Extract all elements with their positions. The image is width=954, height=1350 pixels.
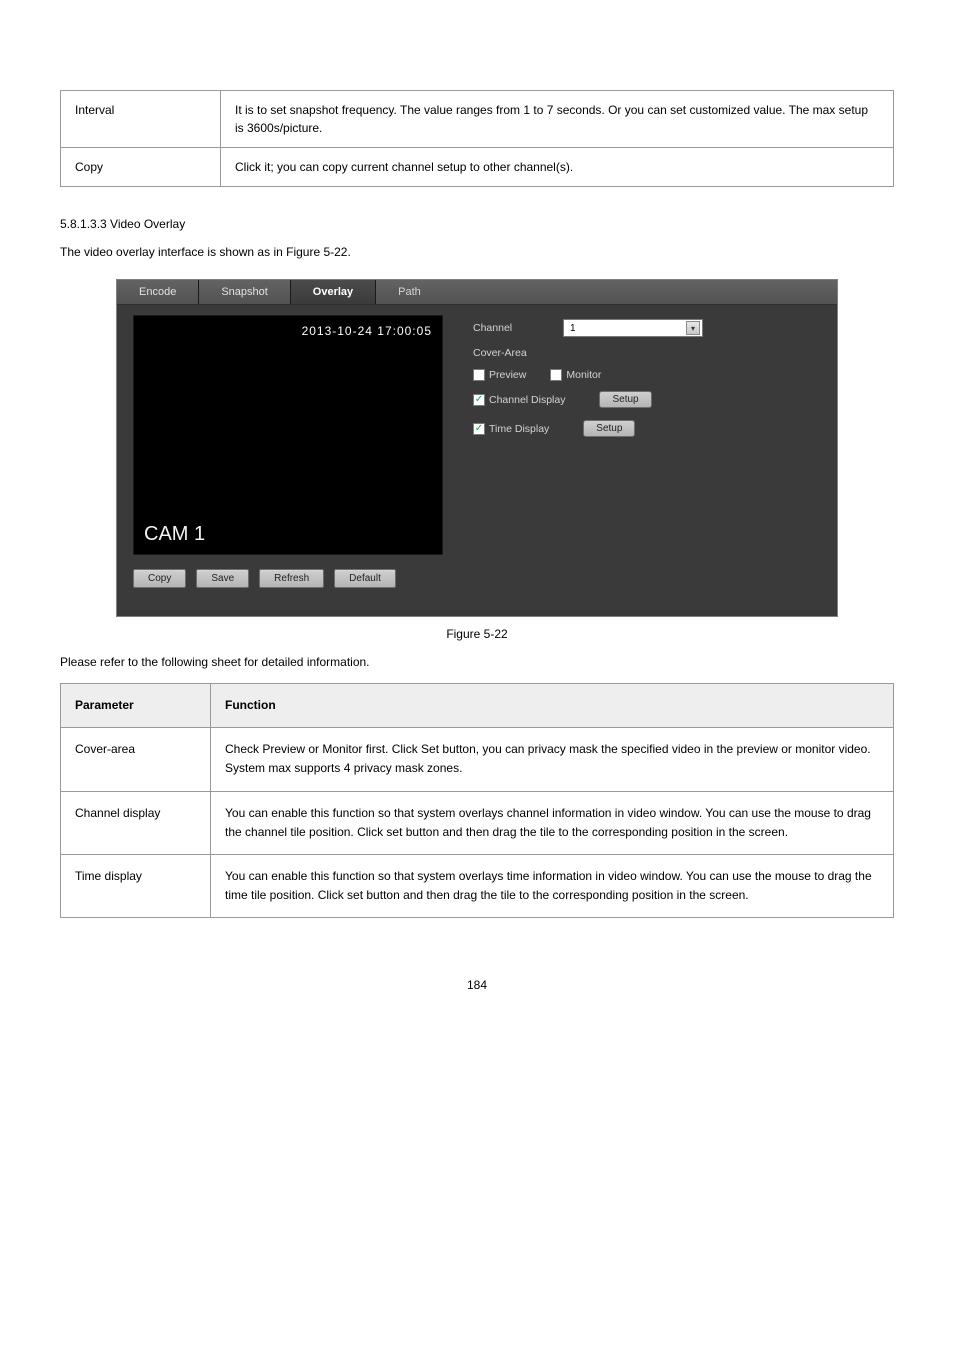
monitor-label: Monitor bbox=[566, 369, 601, 381]
default-button[interactable]: Default bbox=[334, 569, 396, 588]
param-name: Copy bbox=[61, 148, 221, 187]
tab-encode[interactable]: Encode bbox=[117, 280, 199, 304]
copy-button[interactable]: Copy bbox=[133, 569, 186, 588]
preview-monitor-row: ✓ Preview ✓ Monitor bbox=[473, 369, 817, 381]
table-header-row: Parameter Function bbox=[61, 684, 894, 728]
header-function: Function bbox=[211, 684, 894, 728]
section-heading: 5.8.1.3.3 Video Overlay bbox=[60, 217, 894, 231]
param-func: You can enable this function so that sys… bbox=[211, 791, 894, 854]
save-button[interactable]: Save bbox=[196, 569, 249, 588]
preview-buttons: Copy Save Refresh Default bbox=[133, 569, 447, 588]
lead-text: Please refer to the following sheet for … bbox=[60, 655, 894, 669]
page-number: 184 bbox=[60, 978, 894, 992]
param-desc: It is to set snapshot frequency. The val… bbox=[221, 91, 894, 148]
preview-column: 2013-10-24 17:00:05 CAM 1 Copy Save Refr… bbox=[117, 305, 447, 598]
monitor-checkbox[interactable]: ✓ Monitor bbox=[550, 369, 601, 381]
param-func: You can enable this function so that sys… bbox=[211, 854, 894, 917]
table-row: Copy Click it; you can copy current chan… bbox=[61, 148, 894, 187]
preview-timestamp: 2013-10-24 17:00:05 bbox=[302, 324, 432, 338]
channel-display-setup-button[interactable]: Setup bbox=[599, 391, 651, 408]
preview-label: Preview bbox=[489, 369, 526, 381]
param-name: Cover-area bbox=[61, 728, 211, 791]
snapshot-params-table: Interval It is to set snapshot frequency… bbox=[60, 90, 894, 187]
table-row: Cover-area Check Preview or Monitor firs… bbox=[61, 728, 894, 791]
cover-area-row: Cover-Area bbox=[473, 347, 817, 359]
table-row: Time display You can enable this functio… bbox=[61, 854, 894, 917]
table-row: Interval It is to set snapshot frequency… bbox=[61, 91, 894, 148]
channel-display-row: ✓ Channel Display Setup bbox=[473, 391, 817, 408]
param-func: Check Preview or Monitor first. Click Se… bbox=[211, 728, 894, 791]
preview-cam-label: CAM 1 bbox=[144, 523, 205, 546]
channel-value: 1 bbox=[570, 323, 576, 334]
param-name: Time display bbox=[61, 854, 211, 917]
checkbox-icon: ✓ bbox=[473, 369, 485, 381]
refresh-button[interactable]: Refresh bbox=[259, 569, 324, 588]
time-display-row: ✓ Time Display Setup bbox=[473, 420, 817, 437]
cover-area-label: Cover-Area bbox=[473, 347, 527, 359]
app-frame: Encode Snapshot Overlay Path 2013-10-24 … bbox=[116, 279, 838, 617]
param-name: Channel display bbox=[61, 791, 211, 854]
tab-path[interactable]: Path bbox=[376, 280, 837, 304]
chevron-down-icon: ▾ bbox=[686, 321, 700, 335]
time-display-label: Time Display bbox=[489, 423, 549, 435]
overlay-params-table: Parameter Function Cover-area Check Prev… bbox=[60, 683, 894, 918]
channel-display-label: Channel Display bbox=[489, 394, 565, 406]
checkbox-checked-icon: ✓ bbox=[473, 394, 485, 406]
param-name: Interval bbox=[61, 91, 221, 148]
time-display-checkbox[interactable]: ✓ Time Display bbox=[473, 423, 549, 435]
channel-display-checkbox[interactable]: ✓ Channel Display bbox=[473, 394, 565, 406]
checkbox-checked-icon: ✓ bbox=[473, 423, 485, 435]
preview-checkbox[interactable]: ✓ Preview bbox=[473, 369, 526, 381]
channel-row: Channel 1 ▾ bbox=[473, 319, 817, 337]
figure-container: Encode Snapshot Overlay Path 2013-10-24 … bbox=[60, 279, 894, 617]
param-desc: Click it; you can copy current channel s… bbox=[221, 148, 894, 187]
tab-snapshot[interactable]: Snapshot bbox=[199, 280, 290, 304]
figure-caption: Figure 5-22 bbox=[60, 627, 894, 641]
tab-overlay[interactable]: Overlay bbox=[291, 280, 376, 304]
table-row: Channel display You can enable this func… bbox=[61, 791, 894, 854]
frame-body: 2013-10-24 17:00:05 CAM 1 Copy Save Refr… bbox=[117, 305, 837, 616]
channel-label: Channel bbox=[473, 322, 549, 334]
checkbox-icon: ✓ bbox=[550, 369, 562, 381]
tabs-row: Encode Snapshot Overlay Path bbox=[117, 280, 837, 305]
section-intro: The video overlay interface is shown as … bbox=[60, 245, 894, 259]
channel-select[interactable]: 1 ▾ bbox=[563, 319, 703, 337]
header-parameter: Parameter bbox=[61, 684, 211, 728]
time-display-setup-button[interactable]: Setup bbox=[583, 420, 635, 437]
controls-column: Channel 1 ▾ Cover-Area ✓ Preview ✓ bbox=[447, 305, 837, 598]
video-preview[interactable]: 2013-10-24 17:00:05 CAM 1 bbox=[133, 315, 443, 555]
